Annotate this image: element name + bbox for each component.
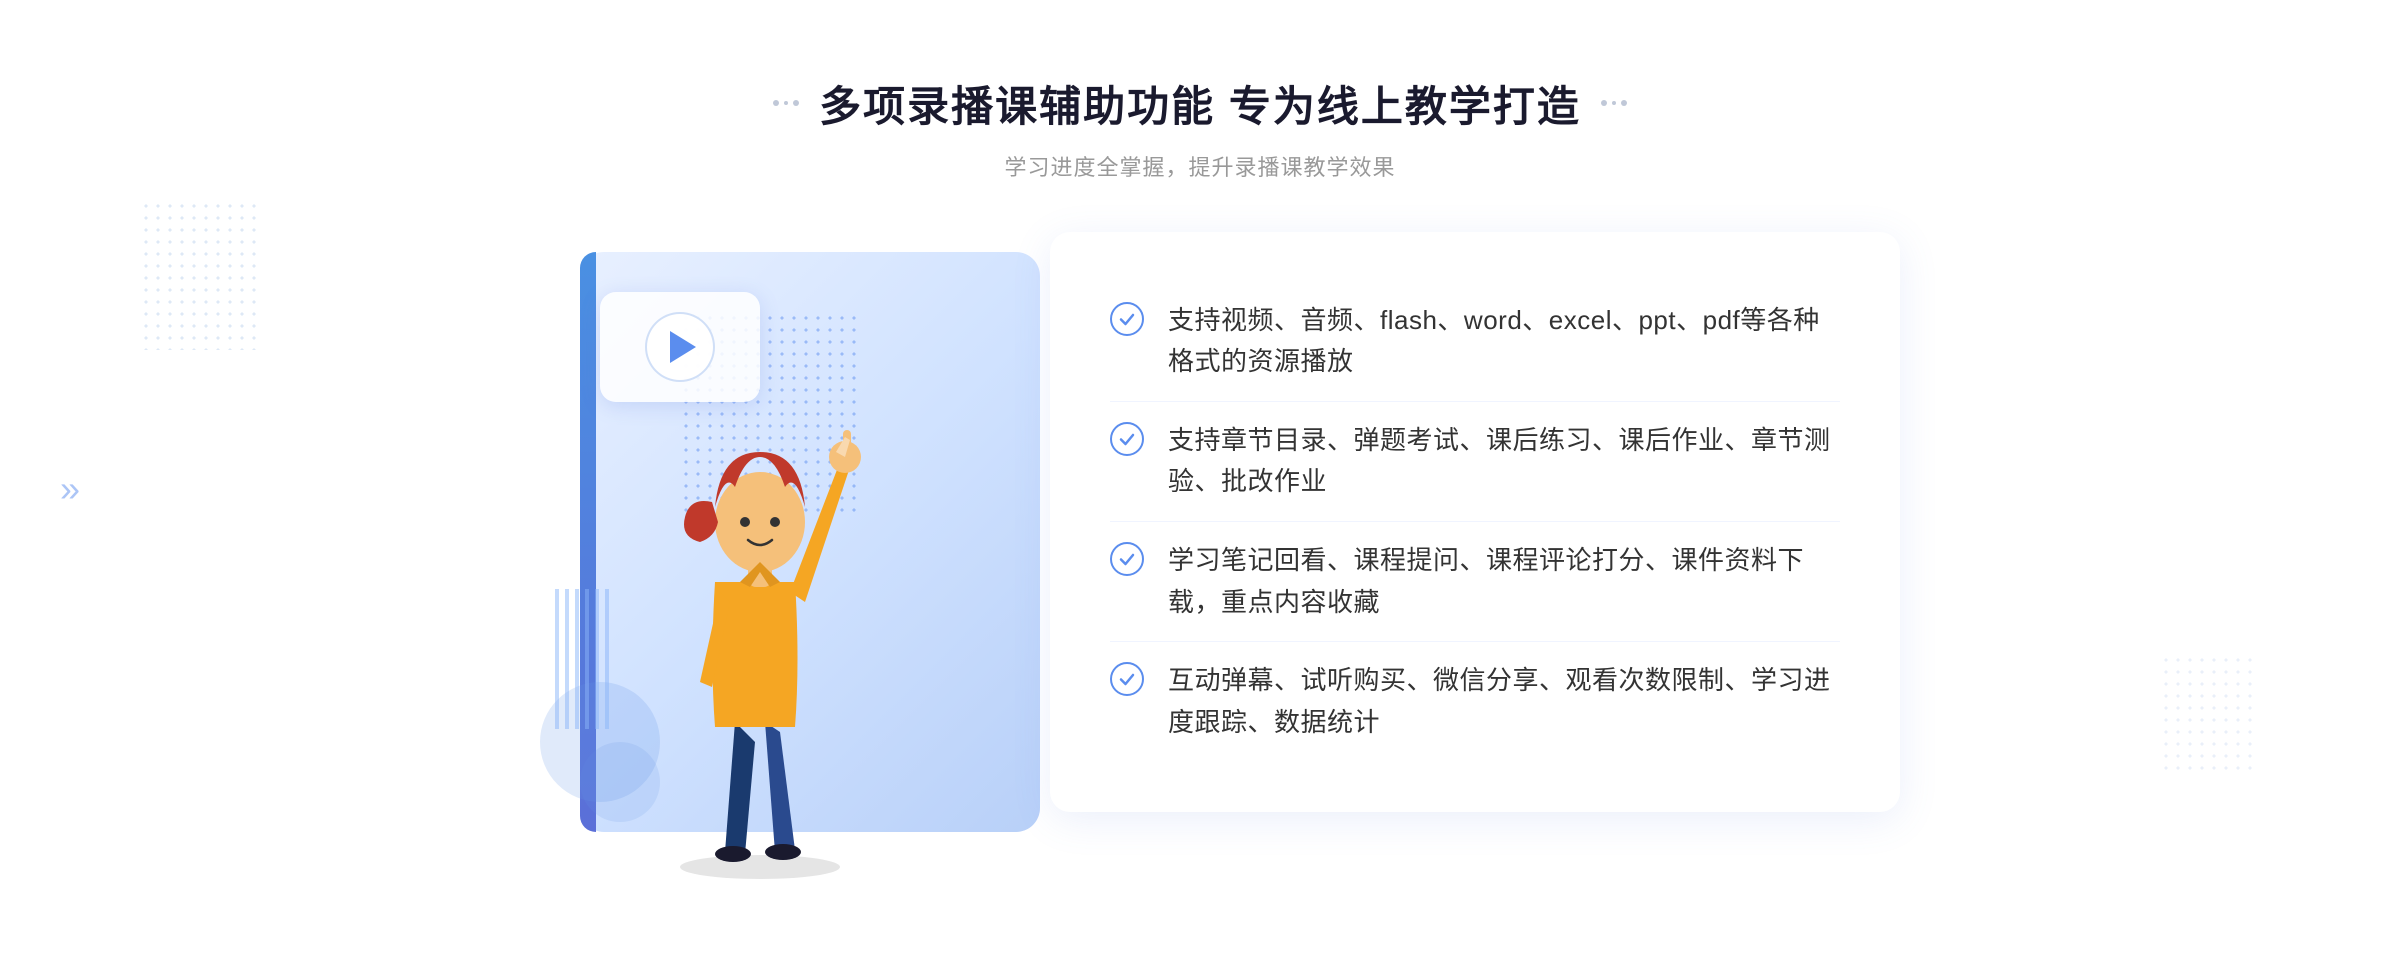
check-circle-4 [1110,662,1144,696]
illustration-wrapper [500,232,1080,882]
subtitle: 学习进度全掌握，提升录播课教学效果 [1004,150,1395,182]
check-icon-3 [1110,542,1144,576]
feature-text-3: 学习笔记回看、课程提问、课程评论打分、课件资料下载，重点内容收藏 [1168,540,1840,623]
feature-item-2: 支持章节目录、弹题考试、课后练习、课后作业、章节测验、批改作业 [1110,402,1840,522]
feature-text-4: 互动弹幕、试听购买、微信分享、观看次数限制、学习进度跟踪、数据统计 [1168,660,1840,743]
features-panel: 支持视频、音频、flash、word、excel、ppt、pdf等各种格式的资源… [1050,232,1900,812]
play-triangle-icon [670,331,696,363]
feature-item-1: 支持视频、音频、flash、word、excel、ppt、pdf等各种格式的资源… [1110,282,1840,402]
page-wrapper: » 多项录播课辅助功能 专为线上教学打造 学习进度全掌握，提升录播课教学效果 [0,33,2400,942]
feature-text-2: 支持章节目录、弹题考试、课后练习、课后作业、章节测验、批改作业 [1168,420,1840,503]
title-row: 多项录播课辅助功能 专为线上教学打造 [773,73,1627,134]
main-title: 多项录播课辅助功能 专为线上教学打造 [819,73,1581,134]
chevrons-decoration: » [60,468,72,510]
feature-item-3: 学习笔记回看、课程提问、课程评论打分、课件资料下载，重点内容收藏 [1110,522,1840,642]
check-icon-4 [1110,662,1144,696]
check-icon-1 [1110,302,1144,336]
stripes-decoration [555,589,615,729]
title-dots-left [773,100,799,106]
feature-text-1: 支持视频、音频、flash、word、excel、ppt、pdf等各种格式的资源… [1168,300,1840,383]
dots-decoration-right [2160,654,2260,774]
person-illustration [630,362,890,882]
check-circle-3 [1110,542,1144,576]
content-section: 支持视频、音频、flash、word、excel、ppt、pdf等各种格式的资源… [500,232,1900,882]
header-section: 多项录播课辅助功能 专为线上教学打造 学习进度全掌握，提升录播课教学效果 [773,73,1627,182]
check-icon-2 [1110,422,1144,456]
title-dots-right [1601,100,1627,106]
dots-decoration-left [140,200,260,350]
check-circle-2 [1110,422,1144,456]
person-svg [630,362,890,882]
feature-item-4: 互动弹幕、试听购买、微信分享、观看次数限制、学习进度跟踪、数据统计 [1110,642,1840,761]
check-circle-1 [1110,302,1144,336]
stripes-inner [555,589,615,729]
